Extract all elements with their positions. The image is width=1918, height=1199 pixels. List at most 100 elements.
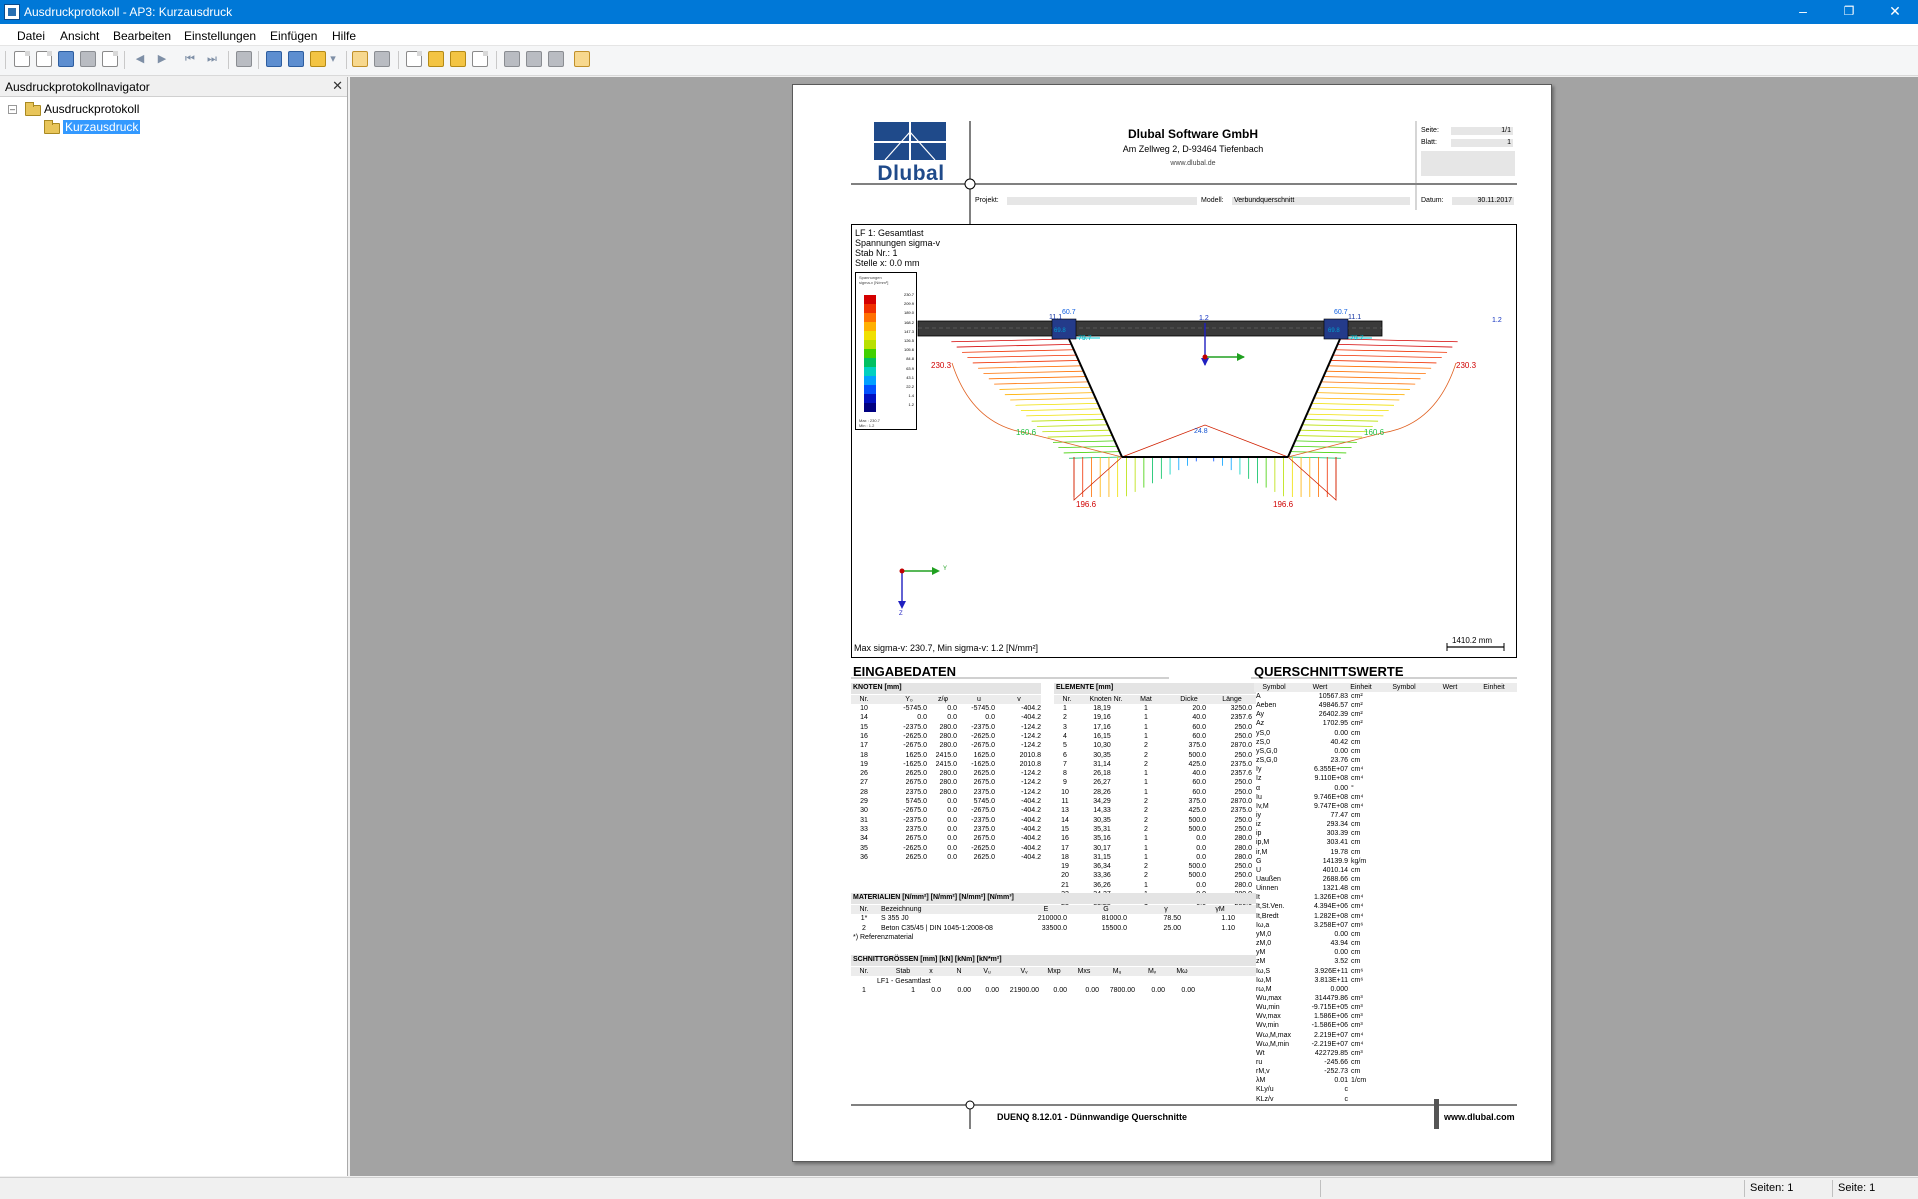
stress-hatch-line — [1299, 429, 1368, 433]
symbol-cell: Iz — [1256, 775, 1262, 783]
unit-cell: cm — [1351, 940, 1361, 948]
element-cell: 36,34 — [1093, 863, 1111, 871]
new-icon[interactable] — [14, 51, 30, 67]
window-title: Ausdruckprotokoll - AP3: Kurzausdruck — [24, 5, 233, 19]
print-icon[interactable] — [80, 51, 96, 67]
page-fit-icon[interactable] — [472, 51, 488, 67]
element-cell: 31,14 — [1093, 760, 1111, 768]
symbol-cell: Az — [1256, 720, 1265, 728]
collapse-icon[interactable]: – — [8, 105, 17, 114]
company-address: Am Zellweg 2, D-93464 Tiefenbach — [1122, 144, 1264, 154]
knoten-cell: 18 — [860, 751, 868, 759]
footer-web: www.dlubal.com — [1444, 1112, 1515, 1122]
settings-icon[interactable] — [310, 51, 326, 67]
value-cell: 0.00 — [1334, 729, 1348, 737]
tree-label-root: Ausdruckprotokoll — [44, 102, 140, 116]
select-tool-icon[interactable] — [352, 51, 368, 67]
knoten-cell: 280.0 — [939, 779, 957, 787]
col-header: u — [977, 696, 981, 703]
logo-text: Dlubal — [877, 162, 945, 185]
help-icon[interactable] — [574, 51, 590, 67]
menu-bearbeiten[interactable]: Bearbeiten — [113, 29, 171, 43]
element-cell: 8 — [1063, 770, 1067, 778]
settings-dropdown-icon[interactable]: ▾ — [328, 51, 338, 67]
menu-einstellungen[interactable]: Einstellungen — [184, 29, 256, 43]
next-icon[interactable]: ▶ — [154, 51, 170, 67]
menu-datei[interactable]: Datei — [17, 29, 45, 43]
knoten-cell: -2375.0 — [971, 723, 995, 731]
restore-button[interactable]: ❐ — [1826, 0, 1872, 24]
value-cell: 314479.86 — [1314, 994, 1348, 1002]
element-cell: 60.0 — [1192, 779, 1206, 787]
page-double-icon[interactable] — [428, 51, 444, 67]
element-cell: 1 — [1144, 881, 1148, 889]
minimize-button[interactable]: – — [1780, 0, 1826, 24]
navigator-close-icon[interactable]: ✕ — [332, 78, 343, 94]
material-cell: 25.00 — [1163, 924, 1181, 932]
element-cell: 250.0 — [1234, 788, 1252, 796]
last-page-icon[interactable]: ⏭ — [204, 51, 220, 67]
symbol-cell: yM — [1256, 949, 1266, 957]
tree-item-kurzausdruck[interactable]: Kurzausdruck — [30, 120, 230, 136]
symbol-cell: ip — [1256, 830, 1262, 838]
graphic-tool-1-icon[interactable] — [504, 51, 520, 67]
stress-hatch-line — [1026, 413, 1103, 417]
unit-cell: cm⁴ — [1351, 1040, 1364, 1048]
element-cell: 17,16 — [1093, 723, 1111, 731]
menu-einfuegen[interactable]: Einfügen — [270, 29, 317, 43]
save-icon[interactable] — [58, 51, 74, 67]
value-cell: 2688.66 — [1322, 876, 1348, 883]
first-page-icon[interactable]: ⏮ — [182, 51, 198, 67]
tree-item-root[interactable]: – Ausdruckprotokoll — [8, 102, 308, 118]
graphic-tool-3-icon[interactable] — [548, 51, 564, 67]
page-setup-icon[interactable] — [236, 51, 252, 67]
value-cell: -1.586E+06 — [1311, 1022, 1348, 1030]
value-cell: 3.813E+11 — [1314, 976, 1348, 984]
element-cell: 60.0 — [1192, 788, 1206, 796]
zoom-in-icon[interactable] — [266, 51, 282, 67]
symbol-cell: yS,G,0 — [1256, 747, 1278, 755]
knoten-cell: -5745.0 — [971, 705, 995, 712]
menu-hilfe[interactable]: Hilfe — [332, 29, 356, 43]
element-cell: 4 — [1063, 732, 1067, 740]
knoten-cell: -124.2 — [1021, 732, 1041, 740]
element-cell: 1 — [1144, 732, 1148, 740]
knoten-cell: -2625.0 — [971, 732, 995, 740]
col-header: N — [956, 968, 962, 975]
unit-cell: cm³ — [1351, 1013, 1363, 1021]
unit-cell: cm³ — [1351, 1049, 1363, 1057]
status-page: Seite: 1 — [1838, 1182, 1876, 1194]
pan-tool-icon[interactable] — [374, 51, 390, 67]
page-single-icon[interactable] — [406, 51, 422, 67]
open-icon[interactable] — [36, 51, 52, 67]
graphic-tool-2-icon[interactable] — [526, 51, 542, 67]
value-cell: -2.219E+07 — [1311, 1040, 1348, 1048]
stress-hatch-line — [1306, 413, 1384, 417]
material-cell: 2 — [862, 924, 866, 932]
value-cell: 9.110E+08 — [1314, 775, 1348, 783]
refresh-icon[interactable] — [102, 51, 118, 67]
symbol-cell: rω,M — [1256, 985, 1272, 993]
element-cell: 26,27 — [1093, 779, 1111, 787]
zoom-out-icon[interactable] — [288, 51, 304, 67]
element-cell: 250.0 — [1234, 751, 1252, 759]
close-button[interactable]: ✕ — [1872, 0, 1918, 24]
graphic-caption: Max sigma-v: 230.7, Min sigma-v: 1.2 [N/… — [854, 643, 1039, 653]
menu-ansicht[interactable]: Ansicht — [60, 29, 99, 43]
datum-value: 30.11.2017 — [1477, 197, 1512, 204]
element-cell: 2 — [1144, 807, 1148, 815]
stress-hatch-line — [1313, 397, 1400, 401]
page-multi-icon[interactable] — [450, 51, 466, 67]
unit-cell: cm² — [1351, 711, 1363, 719]
knoten-header: Nr. Y₀ z/φ u v — [851, 695, 1041, 704]
knoten-cell: -2625.0 — [903, 844, 927, 852]
element-cell: 6 — [1063, 751, 1067, 759]
element-cell: 250.0 — [1234, 825, 1252, 833]
knoten-cell: 27 — [860, 779, 868, 787]
schnittgroessen-row: 1 1 0.0 0.00 0.00 21900.00 0.00 0.00 7800.00 0.00… — [851, 987, 1256, 997]
previous-icon[interactable]: ◀ — [132, 51, 148, 67]
value-cell: 3.258E+07 — [1313, 921, 1348, 929]
stress-hatch-line — [1287, 456, 1341, 459]
symbol-cell: iy — [1256, 811, 1262, 819]
material-cell: 1.10 — [1221, 924, 1235, 932]
